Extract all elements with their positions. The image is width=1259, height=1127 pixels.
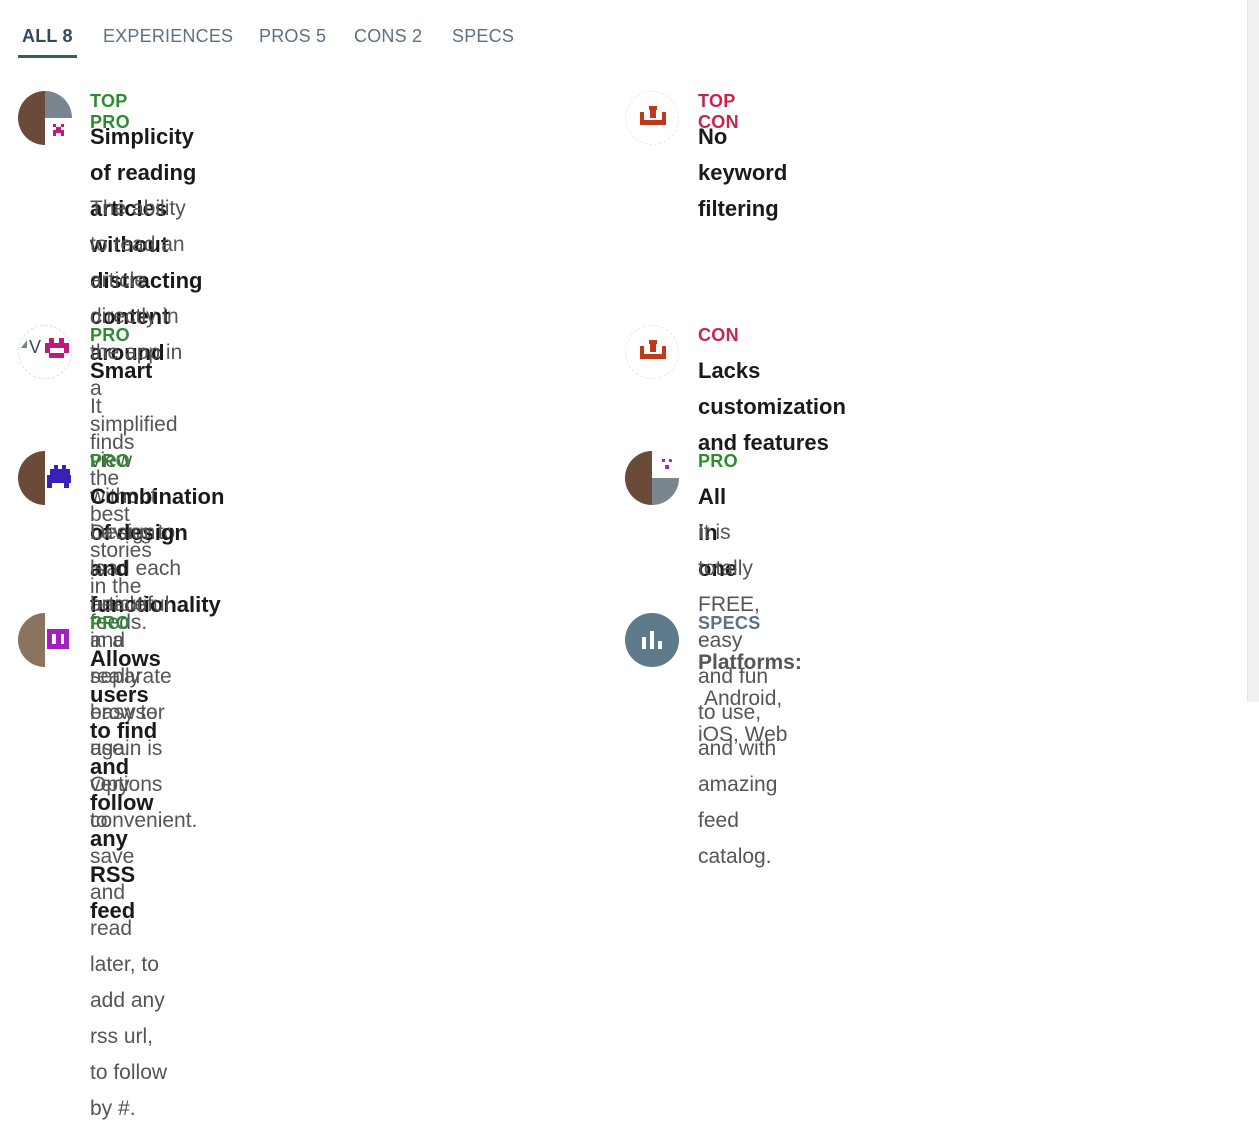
tab-experiences[interactable]: EXPERIENCES xyxy=(99,24,237,55)
identicon-icon xyxy=(53,124,64,136)
bar-chart-icon xyxy=(642,631,662,649)
item-kind: PRO xyxy=(90,325,130,345)
spec-platforms: Platforms: Android, iOS, Web xyxy=(698,645,802,753)
item-title[interactable]: Allows users to find and follow any RSS … xyxy=(90,641,161,929)
item-kind: PRO xyxy=(90,451,130,471)
identicon-icon xyxy=(47,465,71,488)
spec-label: Platforms: xyxy=(698,651,802,674)
identicon-icon: V xyxy=(21,337,69,358)
item-title[interactable]: Lacks customization and features xyxy=(698,353,846,461)
contributors-avatar xyxy=(625,451,679,505)
spec-value: Android, iOS, Web xyxy=(698,687,788,746)
tab-cons[interactable]: CONS 2 xyxy=(350,24,426,55)
item-kind: SPECS xyxy=(698,613,761,633)
tab-pros[interactable]: PROS 5 xyxy=(255,24,330,55)
item-kind: PRO xyxy=(90,613,130,633)
identicon-icon xyxy=(662,459,672,469)
app-logo-avatar xyxy=(625,325,679,379)
tab-all[interactable]: ALL 8 xyxy=(18,24,77,58)
page-scrollbar[interactable] xyxy=(1247,0,1259,702)
app-logo-avatar xyxy=(625,91,679,145)
svg-text:V: V xyxy=(29,337,41,357)
item-title[interactable]: Smart xyxy=(90,353,152,389)
contributors-avatar: V xyxy=(18,325,72,379)
contributors-avatar xyxy=(18,451,72,505)
inbox-logo-icon xyxy=(640,106,666,125)
item-title[interactable]: No keyword filtering xyxy=(698,119,787,227)
item-kind: PRO xyxy=(698,451,738,471)
inbox-logo-icon xyxy=(640,340,666,359)
tab-specs[interactable]: SPECS xyxy=(448,24,518,55)
contributors-avatar xyxy=(18,613,72,667)
specs-avatar xyxy=(625,613,679,667)
contributors-avatar xyxy=(18,91,72,145)
item-kind: CON xyxy=(698,325,739,345)
identicon-icon xyxy=(47,629,69,649)
